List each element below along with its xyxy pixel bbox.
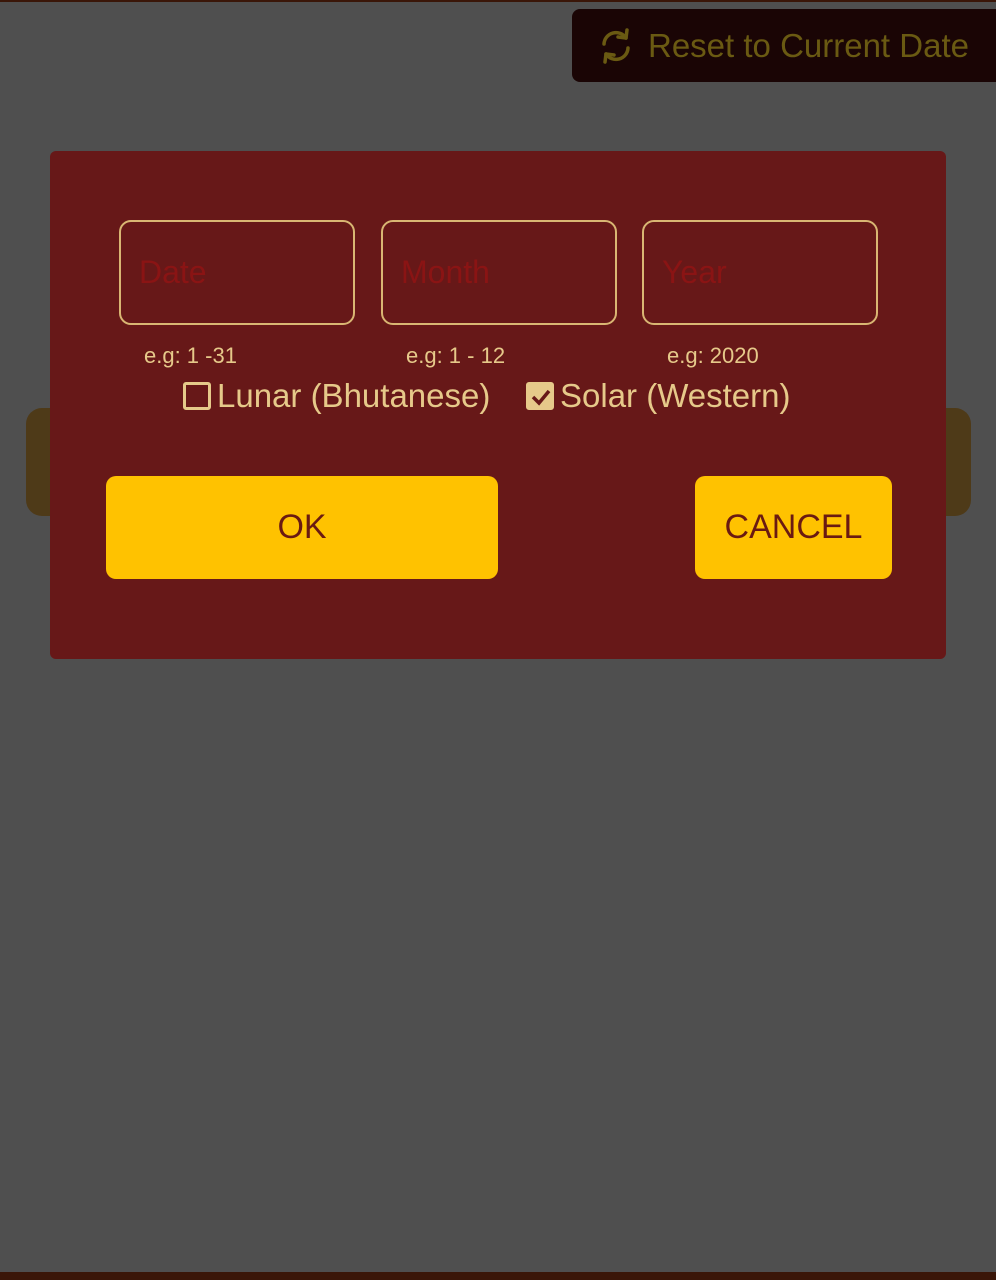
month-input[interactable] (383, 222, 615, 323)
solar-checkbox[interactable] (526, 382, 554, 410)
app-screen: Reset to Current Date e.g: 1 -31 e.g: 1 … (0, 0, 996, 1280)
bottom-border (0, 1272, 996, 1280)
lunar-checkbox[interactable] (183, 382, 211, 410)
year-input[interactable] (644, 222, 876, 323)
cancel-button[interactable]: CANCEL (695, 476, 892, 579)
lunar-label: Lunar (Bhutanese) (217, 377, 491, 414)
date-picker-dialog: e.g: 1 -31 e.g: 1 - 12 e.g: 2020 Lunar (… (50, 151, 946, 659)
month-field[interactable] (381, 220, 617, 325)
month-hint: e.g: 1 - 12 (406, 343, 506, 368)
solar-label: Solar (Western) (560, 377, 791, 414)
date-field[interactable] (119, 220, 355, 325)
date-input[interactable] (121, 222, 353, 323)
date-hint: e.g: 1 -31 (144, 343, 237, 368)
year-hint: e.g: 2020 (667, 343, 759, 368)
year-field[interactable] (642, 220, 878, 325)
checkmark-icon (531, 389, 551, 406)
reset-to-current-date-button[interactable]: Reset to Current Date (572, 9, 996, 82)
ok-button[interactable]: OK (106, 476, 498, 579)
solar-option[interactable]: Solar (Western) (526, 375, 790, 417)
lunar-option[interactable]: Lunar (Bhutanese) (183, 375, 490, 417)
top-border (0, 0, 996, 2)
refresh-icon (596, 26, 636, 66)
reset-label: Reset to Current Date (648, 26, 969, 64)
